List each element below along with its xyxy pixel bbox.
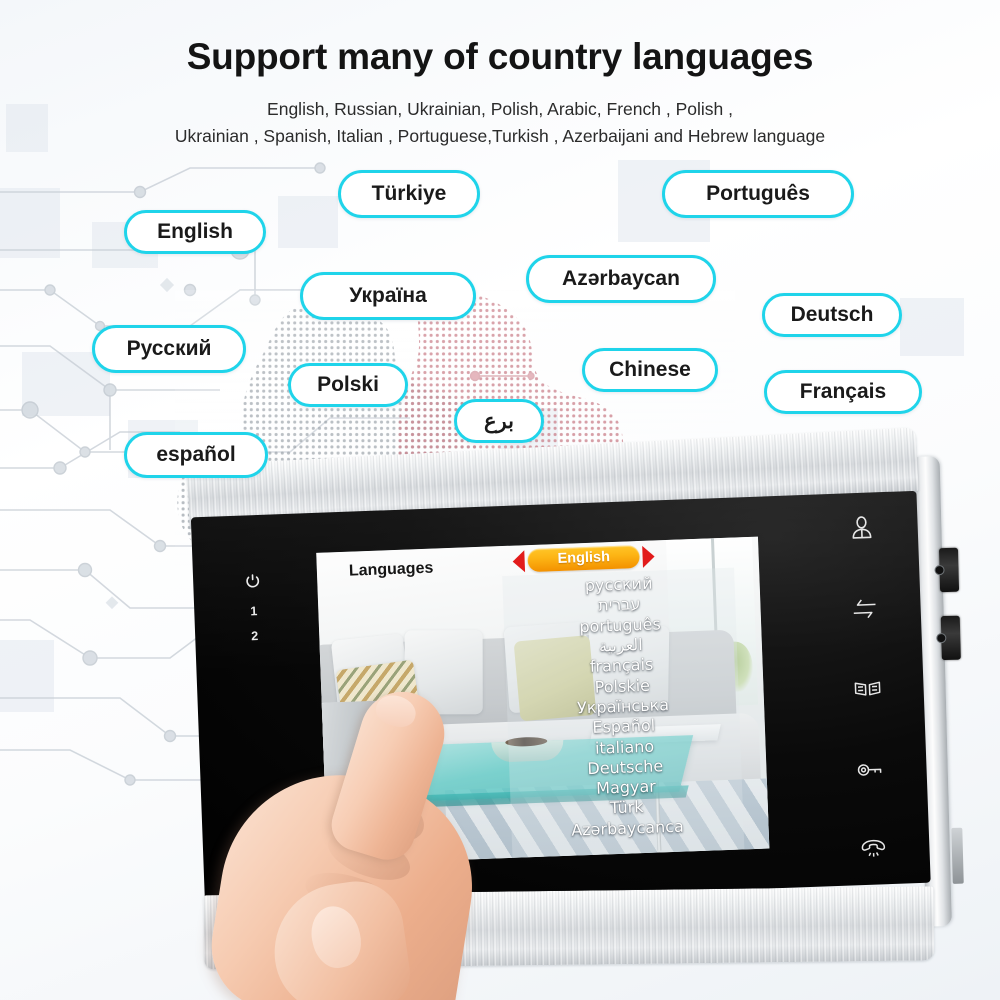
monitor-front-panel: 1 2 ANJIELO SMART Languages English русс… [190,490,931,910]
next-arrow-icon[interactable] [642,544,656,568]
language-list-item[interactable]: Deutsche [587,756,663,779]
language-badge-label: Français [799,380,887,403]
language-badge-label: español [156,443,236,466]
language-list-item[interactable]: Türk [610,797,644,819]
side-port [951,827,964,884]
bg-block [0,188,60,258]
language-list: русский עברית português العربية français Pols… [502,568,744,843]
intercom-transfer-icon[interactable] [844,589,885,628]
language-list-item[interactable]: العربية [599,635,643,657]
language-badge-label: Polski [317,373,379,396]
language-list-item[interactable]: Magyar [596,777,656,799]
bg-block [278,196,338,248]
monitor-bottom-bezel [203,886,935,970]
channel-1-indicator: 1 [250,604,258,619]
language-list-item[interactable]: עברית [598,594,641,616]
language-badge: Deutsch [762,293,902,337]
power-icon[interactable] [245,573,261,594]
language-badge-label: Русский [126,337,212,360]
language-badge: Chinese [582,348,718,392]
channel-2-indicator: 2 [250,629,259,644]
side-dial-lower[interactable] [940,615,961,661]
page-title: Support many of country languages [186,36,814,77]
page-subtitle: English, Russian, Ukrainian, Polish, Ara… [0,96,1000,150]
talk-handset-icon[interactable] [853,830,894,869]
language-list-item[interactable]: Azərbaycanca [571,816,684,840]
side-dial-upper[interactable] [938,547,960,593]
language-badge-label: Türkiye [371,182,447,205]
dual-screen-icon[interactable] [847,669,888,708]
language-badge: Україна [300,272,476,320]
prev-arrow-icon[interactable] [512,549,526,573]
bg-block [0,640,54,712]
osd-language-menu: Languages English русский עברית português ا… [316,537,769,865]
language-list-item[interactable]: русский [584,574,652,597]
language-list-item[interactable]: français [589,655,653,678]
monitor-left-controls: 1 2 [245,573,263,644]
osd-menu-title: Languages [348,559,434,580]
language-badge: Türkiye [338,170,480,218]
language-badge-label: Azərbaycan [562,267,680,290]
language-badge-label: Україна [349,284,427,307]
brand-logo: ANJIELO SMART [223,837,341,894]
language-badge: Português [662,170,854,218]
language-badge: Polski [288,363,408,407]
language-badge-label: برع [484,409,514,433]
language-badge-label: Português [706,182,810,205]
selected-language-pill[interactable]: English [527,545,641,573]
language-badge: Русский [92,325,246,373]
language-badge-label: Chinese [609,358,691,381]
promo-page: Support many of country languages Englis… [0,0,1000,1000]
monitor-touch-keypad [841,508,894,869]
monitor-lcd-screen[interactable]: Languages English русский עברית português ا… [316,536,770,865]
language-badge: Azərbaycan [526,255,716,303]
monitor-view-icon[interactable] [841,508,882,547]
language-list-item[interactable]: Українська [577,695,670,719]
language-list-item[interactable]: Español [592,716,655,739]
language-badge: برع [454,399,544,443]
language-list-panel[interactable]: русский עברית português العربية français Pols… [502,567,745,858]
language-badge: español [124,432,268,478]
language-list-item[interactable]: italiano [595,736,655,758]
logo-ring-icon [223,837,280,894]
language-badge: English [124,210,266,254]
subtitle-line-1: English, Russian, Ukrainian, Polish, Ara… [267,99,733,119]
language-badge-label: English [157,220,233,243]
bg-block [900,298,964,356]
language-list-item[interactable]: português [579,614,661,637]
language-list-item[interactable]: Polskie [594,675,650,697]
language-badge-label: Deutsch [790,303,874,326]
language-selector-row: English [512,544,656,573]
subtitle-line-2: Ukrainian , Spanish, Italian , Portugues… [174,126,826,147]
language-badge: Français [764,370,922,414]
unlock-key-icon[interactable] [850,749,891,788]
video-intercom-monitor: 1 2 ANJIELO SMART Languages English русс… [186,427,964,973]
